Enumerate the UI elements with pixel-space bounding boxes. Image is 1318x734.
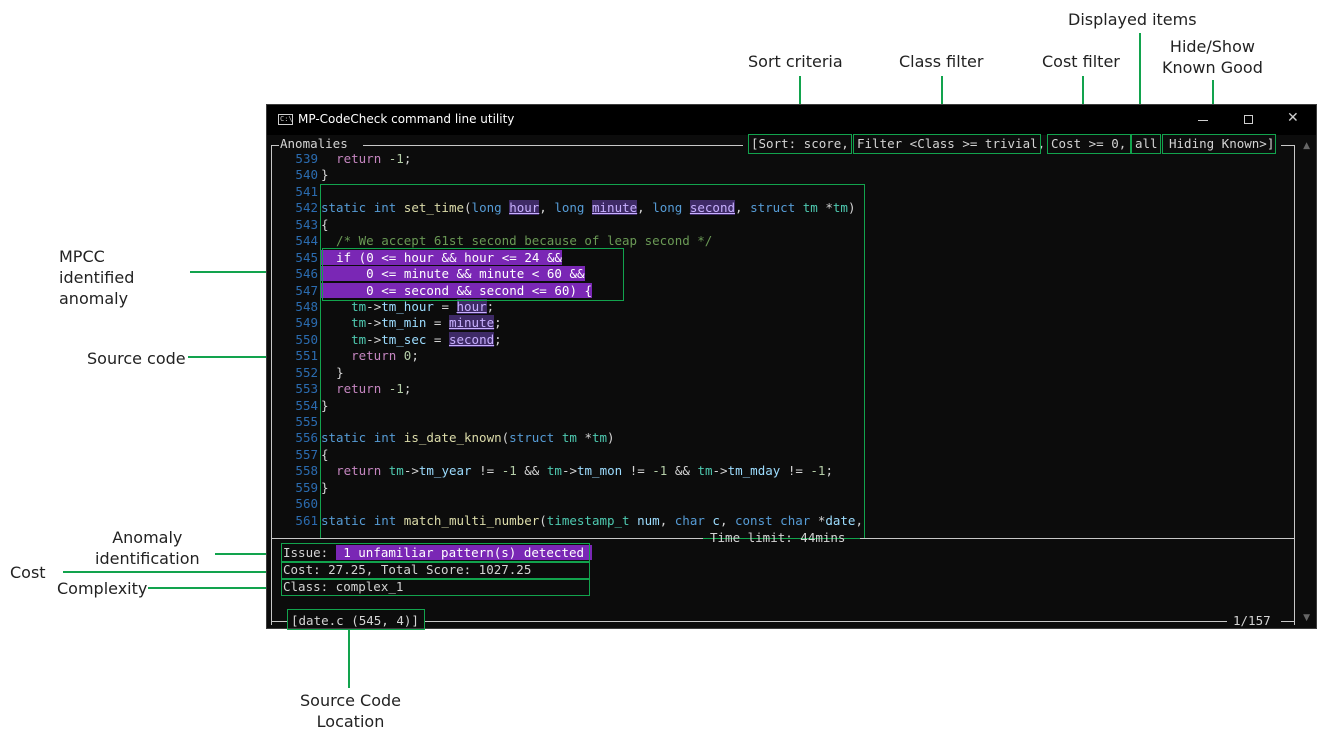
line-number: 550 <box>295 331 318 347</box>
callout-complexity: Complexity <box>57 579 148 598</box>
line-number: 549 <box>295 315 318 331</box>
callout-class-filter: Class filter <box>899 52 984 71</box>
title-bar[interactable]: C:\ MP-CodeCheck command line utility ✕ <box>267 105 1316 135</box>
line-number: 561 <box>295 512 318 528</box>
class-box <box>281 579 590 596</box>
line-number: 559 <box>295 479 318 495</box>
line-number: 556 <box>295 430 318 446</box>
callout-hide-show-known: Hide/Show Known Good <box>1162 37 1263 77</box>
callout-mpcc-anomaly: MPCC identified anomaly <box>59 247 135 308</box>
line-number: 539 <box>295 151 318 166</box>
frame-top-left <box>271 145 279 146</box>
line-number: 554 <box>295 397 318 413</box>
console-icon: C:\ <box>278 114 293 125</box>
line-number: 543 <box>295 216 318 232</box>
line-number: 548 <box>295 298 318 314</box>
frame-bottom-right <box>1281 621 1294 622</box>
window-title: MP-CodeCheck command line utility <box>298 112 515 126</box>
separator-line <box>271 538 703 539</box>
issue-box <box>281 543 590 562</box>
cost-box <box>281 562 590 579</box>
callout-source-code: Source code <box>87 349 186 368</box>
location-box <box>287 609 425 630</box>
scroll-up-icon[interactable]: ▲ <box>1303 141 1310 151</box>
line-number: 557 <box>295 446 318 462</box>
close-button[interactable]: ✕ <box>1271 105 1317 135</box>
maximize-icon <box>1244 115 1253 124</box>
maximize-button[interactable] <box>1226 105 1272 135</box>
frame-top-right <box>1281 145 1294 146</box>
line-number: 560 <box>295 496 318 512</box>
code-text: } <box>321 167 329 183</box>
line-number: 558 <box>295 463 318 479</box>
line-number: 552 <box>295 364 318 380</box>
frame-bottom-mid <box>425 621 1227 622</box>
callout-source-location: Source Code Location <box>300 691 401 731</box>
callout-displayed-items: Displayed items <box>1068 10 1197 29</box>
panel-title: Anomalies <box>280 136 348 151</box>
line-number: 540 <box>295 167 318 183</box>
scroll-down-icon[interactable]: ▼ <box>1303 613 1310 623</box>
line-number: 551 <box>295 348 318 364</box>
line-number: 545 <box>295 249 318 265</box>
minimize-icon <box>1198 120 1208 121</box>
minimize-button[interactable] <box>1180 105 1226 135</box>
connector-cost <box>63 571 282 573</box>
source-code-box <box>320 184 865 539</box>
code-line: 539 return -1; <box>278 151 1278 167</box>
frame-top-mid <box>363 145 743 146</box>
frame-right <box>1294 145 1295 625</box>
line-number: 542 <box>295 200 318 216</box>
callout-anomaly-identification: Anomaly identification <box>95 528 200 568</box>
line-number: 544 <box>295 233 318 249</box>
frame-left <box>271 145 272 625</box>
code-line: 540} <box>278 167 1278 183</box>
connector-location <box>348 628 350 688</box>
connector-complexity <box>148 587 282 589</box>
line-number: 555 <box>295 414 318 429</box>
line-number: 547 <box>295 282 318 298</box>
callout-cost: Cost <box>10 563 46 582</box>
line-number: 541 <box>295 183 318 199</box>
terminal-window: C:\ MP-CodeCheck command line utility ✕ … <box>266 104 1317 630</box>
separator-line-right <box>860 538 1294 539</box>
time-limit: Time limit: 44mins <box>710 530 846 545</box>
callout-sort-criteria: Sort criteria <box>748 52 843 71</box>
anomaly-box <box>322 248 624 301</box>
close-icon: ✕ <box>1287 110 1299 126</box>
line-number: 553 <box>295 381 318 397</box>
code-text: return -1; <box>336 151 412 166</box>
frame-bottom-left <box>271 621 287 622</box>
line-number: 546 <box>295 266 318 282</box>
callout-cost-filter: Cost filter <box>1042 52 1120 71</box>
page-indicator: 1/157 <box>1233 613 1271 628</box>
